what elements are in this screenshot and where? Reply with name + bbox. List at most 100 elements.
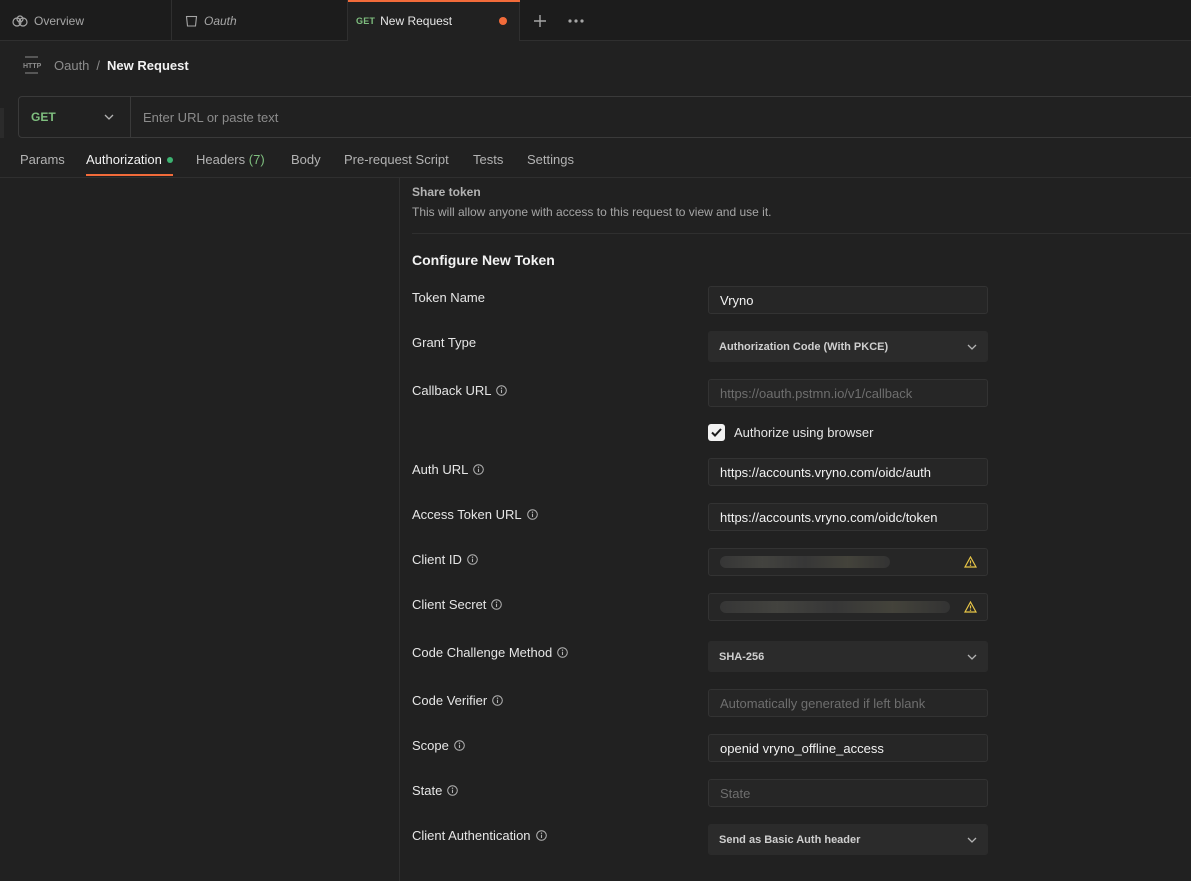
new-tab-button[interactable]	[529, 10, 551, 32]
info-icon[interactable]	[491, 599, 503, 610]
checkbox-label: Authorize using browser	[734, 425, 874, 440]
chevron-down-icon	[967, 837, 977, 843]
collection-icon	[185, 14, 198, 27]
client-secret-label: Client Secret	[412, 597, 503, 612]
tab-pre-request-script[interactable]: Pre-request Script	[344, 146, 449, 178]
breadcrumb-separator: /	[96, 57, 101, 73]
client-auth-select[interactable]: Send as Basic Auth header	[708, 824, 988, 855]
field-value: Vryno	[720, 292, 754, 308]
callback-url-label: Callback URL	[412, 383, 508, 398]
more-tabs-button[interactable]	[565, 10, 587, 32]
label-text: Client Secret	[412, 597, 487, 612]
tab-label: New Request	[380, 13, 453, 28]
tab-oauth[interactable]: Oauth	[172, 0, 348, 41]
share-token-title: Share token	[412, 185, 481, 199]
label-text: Code Challenge Method	[412, 645, 553, 660]
tab-body[interactable]: Body	[291, 146, 321, 178]
info-icon[interactable]	[447, 785, 459, 796]
method-select[interactable]: GET	[19, 97, 131, 137]
warning-icon	[964, 556, 977, 568]
tab-settings[interactable]: Settings	[527, 146, 574, 178]
info-icon[interactable]	[557, 647, 569, 658]
tab-settings-label: Settings	[527, 152, 574, 167]
select-value: Send as Basic Auth header	[719, 833, 861, 846]
authorize-browser-checkbox[interactable]: Authorize using browser	[708, 424, 873, 441]
code-verifier-input[interactable]: Automatically generated if left blank	[708, 689, 988, 717]
field-value: openid vryno_offline_access	[720, 740, 884, 756]
tab-method: GET	[356, 15, 376, 26]
chevron-down-icon	[104, 114, 114, 120]
tab-overview[interactable]: Overview	[0, 0, 172, 41]
tab-pre-request-label: Pre-request Script	[344, 152, 449, 167]
tab-params-label: Params	[20, 152, 65, 167]
chevron-down-icon	[967, 654, 977, 660]
method-label: GET	[31, 110, 56, 124]
tab-new-request[interactable]: GET New Request	[348, 0, 520, 41]
tab-headers-label: Headers	[196, 152, 246, 167]
http-icon: HTTP	[22, 56, 42, 74]
info-icon[interactable]	[467, 554, 478, 565]
share-token-description: This will allow anyone with access to th…	[412, 205, 772, 219]
tab-authorization[interactable]: Authorization	[86, 146, 173, 178]
tab-headers[interactable]: Headers (7)	[196, 146, 265, 178]
tab-label: Overview	[34, 13, 85, 28]
section-divider	[412, 233, 1191, 234]
unsaved-dot	[499, 17, 507, 25]
label-text: State	[412, 783, 443, 798]
plus-icon	[534, 15, 546, 27]
label-text: Token Name	[412, 290, 485, 305]
sidebar-edge	[0, 108, 4, 138]
info-icon[interactable]	[496, 385, 508, 396]
status-dot	[166, 157, 173, 163]
auth-url-input[interactable]: https://accounts.vryno.com/oidc/auth	[708, 458, 988, 486]
client-id-input[interactable]	[708, 548, 988, 576]
access-token-url-input[interactable]: https://accounts.vryno.com/oidc/token	[708, 503, 988, 531]
select-value: SHA-256	[719, 650, 765, 663]
label-text: Grant Type	[412, 335, 477, 350]
state-label: State	[412, 783, 459, 798]
info-icon[interactable]	[535, 830, 547, 841]
client-id-label: Client ID	[412, 552, 478, 567]
tab-params[interactable]: Params	[20, 146, 65, 178]
field-value: https://accounts.vryno.com/oidc/token	[720, 509, 938, 525]
grant-type-label: Grant Type	[412, 335, 476, 350]
callback-url-input[interactable]: https://oauth.pstmn.io/v1/callback	[708, 379, 988, 407]
warning-icon	[964, 601, 977, 613]
svg-text:HTTP: HTTP	[23, 63, 42, 70]
breadcrumb-parent[interactable]: Oauth	[54, 58, 89, 73]
token-name-input[interactable]: Vryno	[708, 286, 988, 314]
code-challenge-select[interactable]: SHA-256	[708, 641, 988, 672]
tab-tests[interactable]: Tests	[473, 146, 503, 178]
url-input[interactable]	[131, 97, 1191, 137]
label-text: Code Verifier	[412, 693, 488, 708]
field-value: https://accounts.vryno.com/oidc/auth	[720, 464, 931, 480]
label-text: Client Authentication	[412, 828, 531, 843]
headers-count: (7)	[248, 152, 265, 167]
overview-icon	[12, 14, 28, 27]
info-icon[interactable]	[526, 509, 538, 520]
client-auth-label: Client Authentication	[412, 828, 547, 843]
field-placeholder: Automatically generated if left blank	[720, 695, 926, 711]
tab-tests-label: Tests	[473, 152, 504, 167]
scope-input[interactable]: openid vryno_offline_access	[708, 734, 988, 762]
configure-token-title: Configure New Token	[412, 252, 555, 268]
breadcrumb-current[interactable]: New Request	[107, 58, 189, 73]
info-icon[interactable]	[492, 695, 503, 706]
info-icon[interactable]	[454, 740, 465, 751]
label-text: Auth URL	[412, 462, 469, 477]
field-placeholder: https://oauth.pstmn.io/v1/callback	[720, 385, 913, 401]
client-secret-input[interactable]	[708, 593, 988, 621]
info-icon[interactable]	[473, 464, 485, 475]
tab-label: Oauth	[204, 13, 237, 28]
redacted-value	[720, 601, 950, 613]
grant-type-select[interactable]: Authorization Code (With PKCE)	[708, 331, 988, 362]
label-text: Scope	[412, 738, 449, 753]
state-input[interactable]: State	[708, 779, 988, 807]
auth-url-label: Auth URL	[412, 462, 485, 477]
scope-label: Scope	[412, 738, 465, 753]
request-tabs: Params Authorization Headers (7) Body Pr…	[0, 146, 1191, 178]
chevron-down-icon	[967, 344, 977, 350]
tab-body-label: Body	[291, 152, 321, 167]
checkbox-checked-icon[interactable]	[708, 424, 725, 441]
access-token-url-label: Access Token URL	[412, 507, 538, 522]
